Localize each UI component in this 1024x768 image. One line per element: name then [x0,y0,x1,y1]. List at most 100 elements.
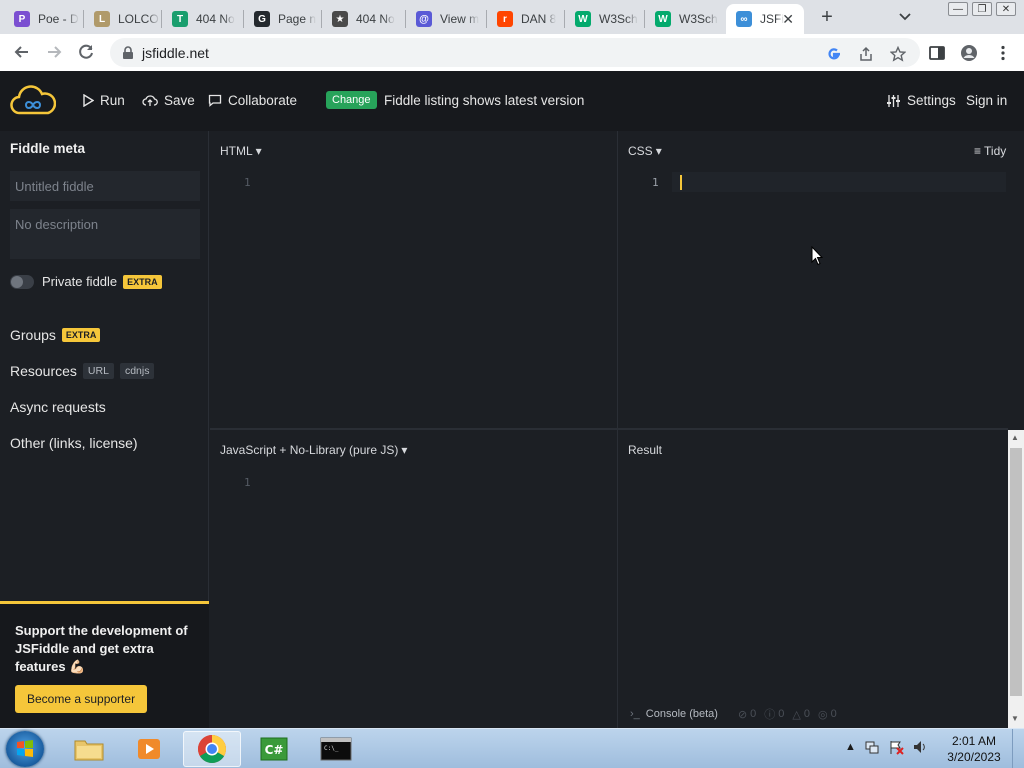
taskbar-command-prompt[interactable]: C:\_ [307,731,365,767]
profile-avatar-icon[interactable] [960,44,978,62]
browser-tab[interactable]: P Poe - D [4,4,82,34]
folder-icon [74,740,104,761]
fiddle-description-input[interactable]: No description [10,209,200,259]
mouse-pointer-icon [811,246,823,266]
tab-search-icon[interactable] [896,8,914,26]
extra-badge: EXTRA [123,274,162,289]
tab-favicon-icon: W [655,11,671,27]
become-supporter-button[interactable]: Become a supporter [15,685,148,713]
reload-icon[interactable] [76,42,96,62]
bookmark-star-icon[interactable] [890,46,906,62]
address-bar[interactable]: jsfiddle.net [110,38,920,67]
collaborate-label: Collaborate [228,93,298,108]
jsfiddle-header: Run Save Collaborate Change Fiddle listi… [0,71,1024,131]
network-icon[interactable] [864,739,880,755]
browser-tab[interactable]: G Page n [244,4,320,34]
back-arrow-icon[interactable] [12,42,32,62]
media-player-icon [138,739,160,759]
sign-in-button[interactable]: Sign in [966,93,1007,108]
other-label: Other (links, license) [10,435,138,451]
tab-title: LOLCOD [118,12,160,26]
browser-tab[interactable]: W W3Sch [645,4,724,34]
result-scrollbar[interactable]: ▲ ▼ [1008,430,1024,728]
close-window-button[interactable]: ✕ [996,2,1016,16]
play-icon [83,94,94,107]
browser-tab[interactable]: ∞ JSFi ✕ [726,4,804,34]
side-panel-icon[interactable] [928,44,946,62]
run-button[interactable]: Run [82,93,125,108]
share-icon[interactable] [858,46,874,62]
browser-tab[interactable]: T 404 No [162,4,242,34]
save-button[interactable]: Save [142,93,195,108]
action-center-flag-icon[interactable] [888,739,904,755]
close-tab-icon[interactable]: ✕ [782,11,794,28]
tab-title: View m [440,12,480,26]
js-language-selector[interactable]: JavaScript + No-Library (pure JS) ▾ [220,443,407,457]
svg-text:C:\_: C:\_ [324,745,339,752]
new-tab-button[interactable]: + [816,6,838,28]
start-button[interactable] [6,731,44,767]
console-bar[interactable]: ›_ Console (beta) ⊘ 0 ⓘ 0 △ 0 ◎ 0 [618,700,1008,728]
sidebar-item-async-requests[interactable]: Async requests [10,399,106,415]
cdnjs-chip[interactable]: cdnjs [119,363,155,379]
private-fiddle-toggle[interactable] [10,275,34,289]
collaborate-button[interactable]: Collaborate [208,93,297,108]
forward-arrow-icon[interactable] [44,42,64,62]
system-tray: ▲ [845,739,928,755]
browser-tab[interactable]: r DAN 8 [487,4,563,34]
run-label: Run [100,93,125,108]
windows-logo-icon [17,740,33,757]
scroll-down-arrow-icon[interactable]: ▼ [1011,714,1019,723]
sidebar-item-groups[interactable]: Groups EXTRA [10,327,101,343]
browser-tab[interactable]: W W3Sch [565,4,643,34]
horizontal-splitter[interactable] [210,428,1008,430]
show-hidden-icons-icon[interactable]: ▲ [845,741,856,753]
taskbar-chrome[interactable] [183,731,241,767]
fiddle-name-input[interactable]: Untitled fiddle [10,171,200,201]
sidebar-title: Fiddle meta [10,141,86,156]
chrome-menu-icon[interactable] [994,44,1012,62]
html-panel[interactable]: HTML ▾ 1 [210,131,617,428]
extra-badge: EXTRA [61,328,101,342]
console-label: Console (beta) [645,708,718,720]
tab-title: W3Sch [599,12,638,26]
browser-tab[interactable]: @ View m [406,4,485,34]
html-language-selector[interactable]: HTML ▾ [220,144,262,158]
taskbar-media-player[interactable] [120,731,178,767]
settings-button[interactable]: Settings [886,93,956,108]
tab-title: Poe - D [38,12,79,26]
restore-button[interactable]: ❐ [972,2,992,16]
change-badge[interactable]: Change [326,91,377,109]
caret-down-icon: ▾ [255,144,262,158]
sidebar-item-resources[interactable]: Resources URL cdnjs [10,363,155,379]
url-text[interactable]: jsfiddle.net [142,45,209,61]
lock-icon[interactable] [122,46,134,60]
text-caret [680,175,682,190]
clock[interactable]: 2:01 AM 3/20/2023 [944,733,1004,765]
google-icon[interactable] [826,46,842,62]
result-label: Result [628,443,663,457]
taskbar-visual-csharp[interactable]: C# [245,731,303,767]
url-chip[interactable]: URL [82,363,114,379]
jsfiddle-logo[interactable] [10,85,56,117]
css-language-selector[interactable]: CSS ▾ [628,144,662,158]
scroll-up-arrow-icon[interactable]: ▲ [1011,433,1019,442]
browser-tab[interactable]: ★ 404 No [322,4,404,34]
volume-icon[interactable] [912,739,928,755]
tidy-button[interactable]: ≡ Tidy [974,144,1006,158]
sidebar-item-other[interactable]: Other (links, license) [10,435,138,451]
cloud-upload-icon [142,95,158,106]
fiddle-meta-sidebar: Fiddle meta Untitled fiddle No descripti… [0,131,209,728]
minimize-button[interactable]: — [948,2,968,16]
result-panel[interactable]: Result [618,430,1008,700]
js-panel[interactable]: JavaScript + No-Library (pure JS) ▾ 1 [210,430,617,728]
private-fiddle-label: Private fiddle [42,274,118,289]
info-icon: ⓘ [764,709,776,721]
taskbar-explorer[interactable] [60,731,118,767]
window-controls: — ❐ ✕ [948,2,1016,16]
line-number: 1 [652,176,659,189]
scroll-thumb[interactable] [1010,448,1022,696]
tidy-label: Tidy [984,144,1007,158]
show-desktop-button[interactable] [1012,729,1024,768]
browser-tab[interactable]: L LOLCOD [84,4,160,34]
